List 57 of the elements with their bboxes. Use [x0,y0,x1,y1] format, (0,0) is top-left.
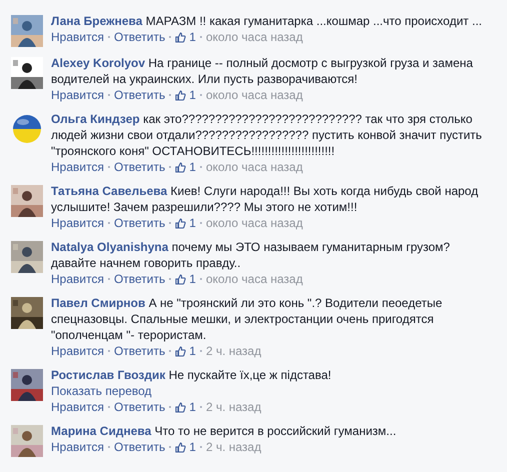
reply-link[interactable]: Ответить [114,159,166,175]
comment-text: Alexey Korolyov На границе -- полный досмотр с выгрузкой груза и замена водителей на украинских. Или пусть разворачиваются! [51,55,474,87]
comment-text: Ольга Киндзер как это??????????????????????????? так что зря столько людей жизни свои отдали????????????????? пустить конвой значит пустить "троянского коня" ОСТАНОВИТЕСЬ!!!!!!!!!!!!!!!!!!!!!!!!! [51,111,483,159]
like-count[interactable]: 1 [175,439,196,455]
thumbs-up-icon [175,218,186,228]
translate-link[interactable]: Показать перевод [51,383,152,399]
author-link[interactable]: Natalya Olyanishyna [51,240,168,254]
timestamp: около часа назад [206,29,303,45]
reply-link[interactable]: Ответить [114,343,166,359]
like-link[interactable]: Нравится [51,29,104,45]
timestamp: 2 ч. назад [206,439,262,455]
like-count[interactable]: 1 [175,343,196,359]
like-link[interactable]: Нравится [51,87,104,103]
reply-link[interactable]: Ответить [114,87,166,103]
like-link[interactable]: Нравится [51,159,104,175]
comment-text: Лана Брежнева МАРАЗМ !! какая гуманитарка ...кошмар ...что происходит ... [51,13,483,29]
author-link[interactable]: Alexey Korolyov [51,56,146,70]
author-link[interactable]: Ростислав Гвоздик [51,368,166,382]
like-link[interactable]: Нравится [51,271,104,287]
timestamp: около часа назад [206,159,303,175]
author-link[interactable]: Марина Сиднева [51,424,152,438]
author-link[interactable]: Павел Смирнов [51,296,146,310]
like-link[interactable]: Нравится [51,343,104,359]
timestamp: 2 ч. назад [206,343,262,359]
timestamp: 2 ч. назад [206,399,262,415]
like-link[interactable]: Нравится [51,215,104,231]
timestamp: около часа назад [206,87,303,103]
like-link[interactable]: Нравится [51,399,104,415]
like-count[interactable]: 1 [175,87,196,103]
timestamp: около часа назад [206,215,303,231]
author-link[interactable]: Ольга Киндзер [51,112,140,126]
like-link[interactable]: Нравится [51,439,104,455]
like-count[interactable]: 1 [175,399,196,415]
reply-link[interactable]: Ответить [114,399,166,415]
like-count[interactable]: 1 [175,159,196,175]
thumbs-up-icon [175,346,186,356]
like-count[interactable]: 1 [175,215,196,231]
reply-link[interactable]: Ответить [114,271,166,287]
thumbs-up-icon [175,274,186,284]
reply-link[interactable]: Ответить [114,439,166,455]
timestamp: около часа назад [206,271,303,287]
reply-link[interactable]: Ответить [114,215,166,231]
comment-text: Павел Смирнов А не "троянский ли это конь ".? Водители пеоедетые спецназовцы. Спальные мешки, и электростанции очень пригодятся "ополченцам "- терористам. [51,295,444,343]
like-count[interactable]: 1 [175,29,196,45]
comment-text: Марина Сиднева Что то не верится в российский гуманизм... [51,423,398,439]
thumbs-up-icon [175,402,186,412]
thumbs-up-icon [175,162,186,172]
comment-text: Natalya Olyanishyna почему мы ЭТО называем гуманитарным грузом? давайте начнем говорить правду.. [51,239,451,271]
comment-text: Ростислав Гвоздик Не пускайте їх,це ж підстава! [51,367,332,383]
author-link[interactable]: Татьяна Савельева [51,184,168,198]
comment-text: Татьяна Савельева Киев! Слуги народа!!! Вы хоть когда нибудь свой народ услышите! Зачем разрешили???? Мы этого не хотим!!! [51,183,480,215]
reply-link[interactable]: Ответить [114,29,166,45]
thumbs-up-icon [175,442,186,452]
author-link[interactable]: Лана Брежнева [51,14,142,28]
thumbs-up-icon [175,90,186,100]
thumbs-up-icon [175,32,186,42]
like-count[interactable]: 1 [175,271,196,287]
